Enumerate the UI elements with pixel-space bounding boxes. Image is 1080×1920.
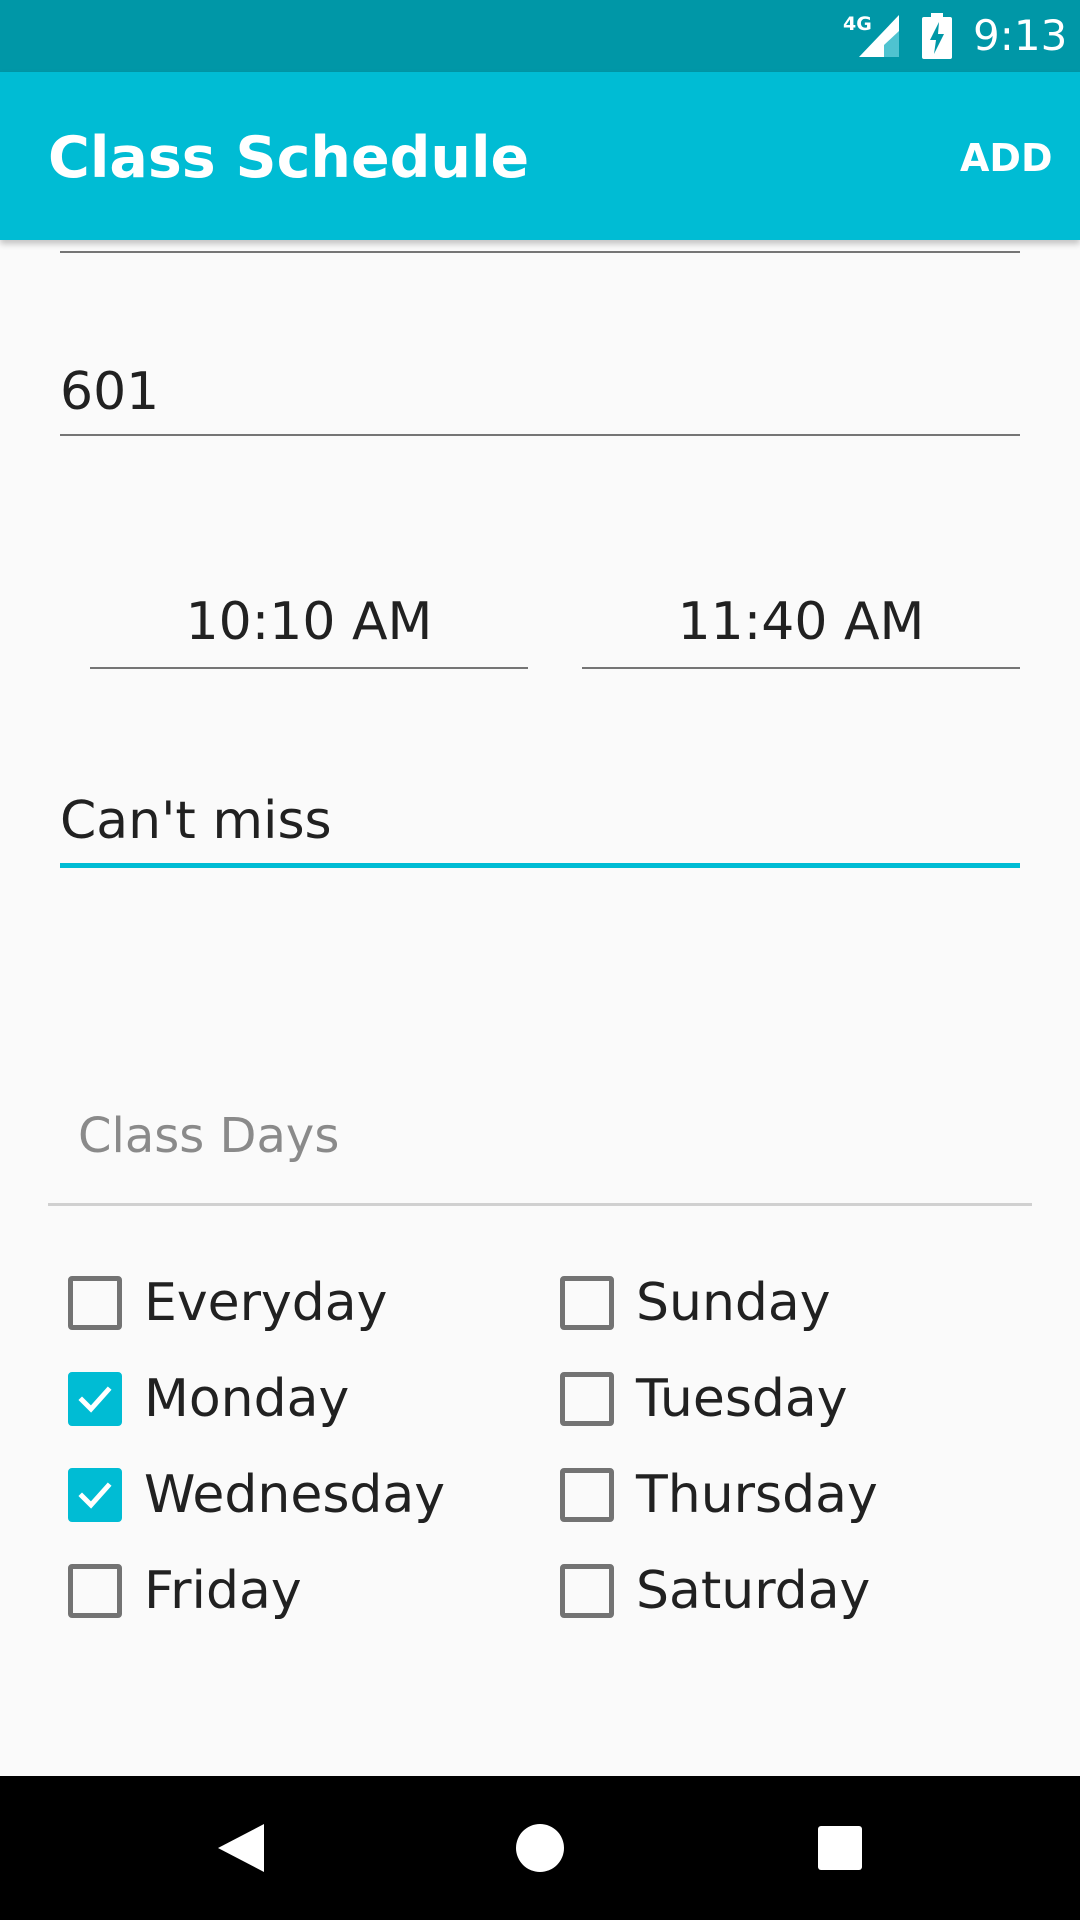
checkbox-label: Saturday	[636, 1561, 871, 1621]
home-circle-icon[interactable]	[508, 1816, 572, 1880]
start-time-field[interactable]: 10:10 AM	[90, 590, 528, 654]
note-field[interactable]: Can't miss	[60, 789, 332, 853]
cellular-signal-icon	[859, 15, 899, 57]
back-triangle-icon[interactable]	[208, 1816, 272, 1880]
checkbox-label: Sunday	[636, 1273, 831, 1333]
checkbox-label: Thursday	[636, 1465, 878, 1525]
network-indicator: 4G	[843, 13, 899, 57]
checkbox-thursday[interactable]: Thursday	[560, 1460, 878, 1530]
start-time-underline	[90, 667, 528, 669]
app-title: Class Schedule	[48, 125, 530, 191]
checkbox-label: Tuesday	[636, 1369, 848, 1429]
checkbox-unchecked-icon[interactable]	[560, 1468, 614, 1522]
course-field-underline[interactable]	[60, 251, 1020, 253]
room-field[interactable]: 601	[60, 360, 159, 424]
checkbox-everyday[interactable]: Everyday	[68, 1268, 387, 1338]
checkbox-wednesday[interactable]: Wednesday	[68, 1460, 445, 1530]
checkbox-unchecked-icon[interactable]	[68, 1276, 122, 1330]
class-days-label: Class Days	[78, 1108, 340, 1164]
status-time: 9:13	[973, 11, 1068, 60]
checkbox-monday[interactable]: Monday	[68, 1364, 349, 1434]
checkbox-unchecked-icon[interactable]	[68, 1564, 122, 1618]
checkbox-saturday[interactable]: Saturday	[560, 1556, 870, 1626]
checkbox-sunday[interactable]: Sunday	[560, 1268, 831, 1338]
add-button[interactable]: ADD	[960, 134, 1053, 182]
section-divider	[48, 1203, 1032, 1206]
checkbox-unchecked-icon[interactable]	[560, 1276, 614, 1330]
checkmark-icon	[78, 1482, 112, 1509]
checkbox-label: Everyday	[144, 1273, 388, 1333]
checkbox-friday[interactable]: Friday	[68, 1556, 302, 1626]
form-content[interactable]: 601 10:10 AM 11:40 AM Can't miss Class D…	[0, 240, 1080, 1776]
note-field-underline	[60, 863, 1020, 868]
room-field-underline	[60, 434, 1020, 436]
app-bar: Class Schedule ADD	[0, 72, 1080, 240]
checkbox-checked-icon[interactable]	[68, 1468, 122, 1522]
checkmark-icon	[78, 1386, 112, 1413]
checkbox-label: Monday	[144, 1369, 350, 1429]
end-time-underline	[582, 667, 1020, 669]
status-bar: 4G 9:13	[0, 0, 1080, 72]
end-time-field[interactable]: 11:40 AM	[582, 590, 1020, 654]
battery-charging-icon	[922, 13, 952, 59]
checkbox-unchecked-icon[interactable]	[560, 1372, 614, 1426]
checkbox-checked-icon[interactable]	[68, 1372, 122, 1426]
checkbox-label: Friday	[144, 1561, 302, 1621]
navigation-bar	[0, 1776, 1080, 1920]
checkbox-label: Wednesday	[144, 1465, 446, 1525]
checkbox-tuesday[interactable]: Tuesday	[560, 1364, 848, 1434]
checkbox-unchecked-icon[interactable]	[560, 1564, 614, 1618]
recents-square-icon[interactable]	[808, 1816, 872, 1880]
